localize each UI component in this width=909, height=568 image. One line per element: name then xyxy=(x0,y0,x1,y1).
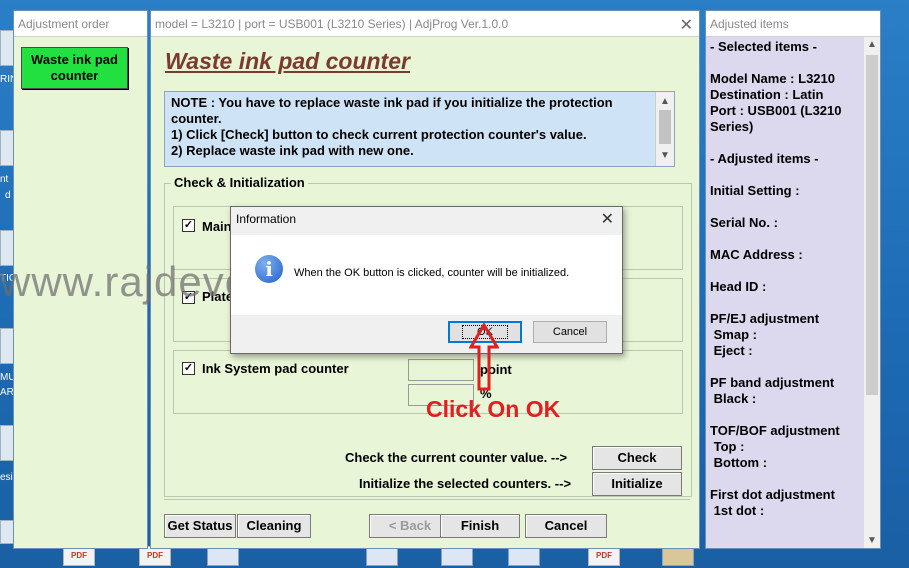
adjusted-item-line xyxy=(710,135,860,151)
adjusted-item-line: 1st dot : xyxy=(710,503,765,518)
bottom-divider xyxy=(164,499,690,500)
dialog-body: i When the OK button is clicked, counter… xyxy=(231,235,622,315)
adjusted-item-line: Series) xyxy=(710,119,754,134)
adjusted-item-line xyxy=(710,407,860,423)
desktop-icon-label: d xyxy=(5,190,11,201)
app-icon[interactable] xyxy=(207,546,239,566)
adjusted-item-line xyxy=(710,231,860,247)
page-title: Waste ink pad counter xyxy=(165,48,410,74)
cleaning-button[interactable]: Cleaning xyxy=(237,514,311,538)
pdf-icon[interactable]: PDF xyxy=(588,546,620,566)
adjusted-item-line xyxy=(710,263,860,279)
adjusted-item-line xyxy=(710,199,860,215)
adjusted-item-line: Destination : Latin xyxy=(710,87,824,102)
adjusted-item-line: Top : xyxy=(710,439,745,454)
document-icon[interactable] xyxy=(441,546,473,566)
adjusted-item-line: Serial No. : xyxy=(710,215,778,230)
finish-button[interactable]: Finish xyxy=(440,514,520,538)
information-dialog: Information ✕ i When the OK button is cl… xyxy=(230,206,623,354)
adjusted-item-line: MAC Address : xyxy=(710,247,803,262)
adjusted-item-line xyxy=(710,359,860,375)
adjusted-items-panel: Adjusted items - Selected items - Model N… xyxy=(705,10,881,549)
note-line: 2) Replace waste ink pad with new one. xyxy=(171,143,414,158)
panel-title: Adjusted items xyxy=(706,11,880,37)
waste-ink-pad-counter-item[interactable]: Waste ink pad counter xyxy=(21,47,128,89)
cancel-button[interactable]: Cancel xyxy=(525,514,607,538)
adjusted-item-line: First dot adjustment xyxy=(710,487,835,502)
note-line: 1) Click [Check] button to check current… xyxy=(171,127,587,142)
scroll-thumb[interactable] xyxy=(659,110,671,144)
adjusted-item-line: PF/EJ adjustment xyxy=(710,311,820,326)
adjusted-item-line: - Selected items - xyxy=(710,39,817,54)
note-line: NOTE : You have to replace waste ink pad… xyxy=(171,95,613,110)
document-icon[interactable] xyxy=(366,546,398,566)
adjusted-item-line xyxy=(710,295,860,311)
close-icon[interactable]: ✕ xyxy=(680,15,693,35)
arrow-up-icon xyxy=(469,323,499,391)
scroll-down-icon[interactable]: ▼ xyxy=(867,535,877,546)
adjusted-item-line: PF band adjustment xyxy=(710,375,835,390)
document-icon[interactable] xyxy=(508,546,540,566)
adjusted-item-line xyxy=(710,55,860,71)
dialog-message: When the OK button is clicked, counter w… xyxy=(294,267,570,279)
adjusted-item-line: Black : xyxy=(710,391,757,406)
get-status-button[interactable]: Get Status xyxy=(164,514,236,538)
point-value-field xyxy=(408,359,474,381)
adjusted-item-line: TOF/BOF adjustment xyxy=(710,423,840,438)
adjusted-item-line: Initial Setting : xyxy=(710,183,800,198)
adjusted-item-line: Port : USB001 (L3210 xyxy=(710,103,842,118)
desktop-icon-label: nt xyxy=(0,174,9,185)
note-line: counter. xyxy=(171,111,222,126)
scroll-down-icon[interactable]: ▼ xyxy=(660,148,670,164)
group-title: Check & Initialization xyxy=(171,175,308,190)
adjusted-item-line: Head ID : xyxy=(710,279,767,294)
panel-title: Adjustment order xyxy=(14,11,147,37)
initialize-prompt: Initialize the selected counters. --> xyxy=(359,476,572,491)
adjusted-item-line: Bottom : xyxy=(710,455,768,470)
close-icon[interactable]: ✕ xyxy=(601,209,614,229)
note-scrollbar[interactable]: ▲ ▼ xyxy=(655,92,674,166)
annotation-text: Click On OK xyxy=(426,396,561,422)
adjusted-item-line xyxy=(710,167,860,183)
check-prompt: Check the current counter value. --> xyxy=(345,450,568,465)
pdf-icon[interactable]: PDF xyxy=(63,546,95,566)
dialog-title: Information xyxy=(236,212,297,226)
scroll-up-icon[interactable]: ▲ xyxy=(660,94,670,110)
scroll-thumb[interactable] xyxy=(866,55,878,395)
adjusted-item-line xyxy=(710,471,860,487)
right-scrollbar[interactable]: ▲ ▼ xyxy=(864,37,880,548)
pdf-icon[interactable]: PDF xyxy=(139,546,171,566)
main-counter-label: Main xyxy=(202,219,232,234)
info-icon: i xyxy=(255,255,283,283)
scroll-up-icon[interactable]: ▲ xyxy=(867,39,877,50)
main-counter-checkbox[interactable]: ✓ xyxy=(182,219,195,232)
adjusted-items-list: - Selected items - Model Name : L3210 Dest… xyxy=(710,39,860,519)
desktop-icon-label: esi xyxy=(0,472,13,483)
adjusted-item-line: Smap : xyxy=(710,327,757,342)
adjusted-item-line: Eject : xyxy=(710,343,753,358)
back-button[interactable]: < Back xyxy=(369,514,451,538)
adjusted-item-line: - Adjusted items - xyxy=(710,151,819,166)
ink-system-pad-checkbox[interactable]: ✓ xyxy=(182,362,195,375)
initialize-button[interactable]: Initialize xyxy=(592,472,682,496)
image-icon[interactable] xyxy=(662,546,694,566)
window-title: model = L3210 | port = USB001 (L3210 Ser… xyxy=(151,11,699,37)
dialog-cancel-button[interactable]: Cancel xyxy=(533,321,607,343)
ink-system-pad-label: Ink System pad counter xyxy=(202,361,349,376)
note-box: NOTE : You have to replace waste ink pad… xyxy=(164,91,675,167)
adjusted-item-line: Model Name : L3210 xyxy=(710,71,835,86)
check-button[interactable]: Check xyxy=(592,446,682,470)
